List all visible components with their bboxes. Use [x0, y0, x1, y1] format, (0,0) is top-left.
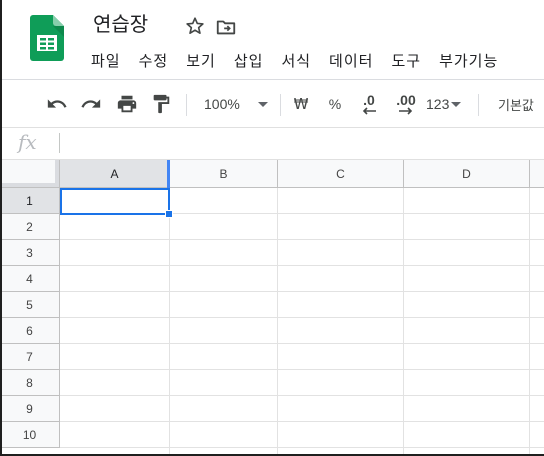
column-header-b[interactable]: B — [170, 160, 278, 188]
row-header-label: 4 — [26, 271, 33, 286]
arrow-left-icon — [362, 107, 376, 115]
toolbar-divider — [478, 94, 479, 116]
row-header-label: 5 — [26, 297, 33, 312]
menu-tools[interactable]: 도구 — [382, 47, 430, 75]
fx-icon: fx — [18, 130, 37, 154]
menu-format[interactable]: 서식 — [272, 47, 320, 75]
font-family-select[interactable]: 기본값 — [490, 92, 544, 116]
row-header-2[interactable]: 2 — [0, 214, 60, 240]
arrow-right-icon — [399, 107, 413, 115]
row-header-label: 8 — [26, 375, 33, 390]
increase-decimal-label: .00 — [396, 92, 416, 108]
row-header-label: 7 — [26, 349, 33, 364]
menu-bar: 파일 수정 보기 삽입 서식 데이터 도구 부가기능 — [82, 47, 507, 75]
column-header-label: A — [110, 166, 119, 181]
row-header-label: 6 — [26, 323, 33, 338]
formula-input[interactable] — [66, 132, 536, 156]
app-header: 연습장 파일 수정 보기 삽입 서식 데이터 도구 부가기능 — [0, 0, 544, 80]
row-header-label: 3 — [26, 245, 33, 260]
menu-addons[interactable]: 부가기능 — [430, 47, 507, 75]
paint-format-icon[interactable] — [148, 92, 174, 116]
increase-decimal-button[interactable]: .00 — [392, 92, 420, 116]
row-header-label: 10 — [22, 427, 37, 442]
currency-label: ₩ — [293, 95, 309, 113]
zoom-select[interactable]: 100% — [198, 92, 272, 116]
percent-format-button[interactable]: % — [324, 92, 346, 116]
column-header-e[interactable] — [530, 160, 544, 188]
chevron-down-icon — [451, 101, 462, 107]
column-header-label: B — [219, 166, 228, 181]
document-title[interactable]: 연습장 — [93, 10, 148, 38]
decrease-decimal-button[interactable]: .0 — [356, 92, 382, 116]
menu-data[interactable]: 데이터 — [320, 47, 382, 75]
formula-divider — [59, 133, 60, 153]
percent-label: % — [328, 96, 342, 112]
toolbar-divider — [280, 94, 281, 116]
select-all-corner[interactable] — [0, 160, 60, 188]
row-header-label: 1 — [26, 193, 33, 208]
row-header-6[interactable]: 6 — [0, 318, 60, 344]
row-header-3[interactable]: 3 — [0, 240, 60, 266]
chevron-down-icon — [257, 101, 268, 107]
more-formats-label: 123 — [426, 96, 450, 112]
currency-format-button[interactable]: ₩ — [290, 92, 312, 116]
selected-cell-a1[interactable] — [60, 188, 170, 215]
window-left-edge — [0, 0, 2, 456]
print-icon[interactable] — [114, 92, 140, 116]
redo-icon[interactable] — [78, 92, 104, 116]
row-header-9[interactable]: 9 — [0, 396, 60, 422]
menu-file[interactable]: 파일 — [82, 47, 130, 75]
menu-edit[interactable]: 수정 — [130, 47, 178, 75]
row-header-7[interactable]: 7 — [0, 344, 60, 370]
column-header-a[interactable]: A — [60, 160, 171, 188]
row-header-label: 2 — [26, 219, 33, 234]
decrease-decimal-label: .0 — [363, 92, 375, 108]
font-family-value: 기본값 — [498, 98, 534, 114]
menu-view[interactable]: 보기 — [177, 47, 225, 75]
more-formats-button[interactable]: 123 — [426, 92, 470, 116]
toolbar: 100% ₩ % .0 .00 123 기본값 — [0, 80, 544, 128]
freeze-row-handle[interactable] — [0, 183, 59, 187]
row-header-5[interactable]: 5 — [0, 292, 60, 318]
move-to-folder-icon[interactable] — [215, 16, 237, 38]
row-header-10[interactable]: 10 — [0, 422, 60, 448]
menu-insert[interactable]: 삽입 — [225, 47, 273, 75]
spreadsheet-grid: A B C D 1 2 3 4 5 6 7 8 9 10 — [0, 160, 544, 456]
column-header-label: C — [336, 166, 345, 181]
row-header-1[interactable]: 1 — [0, 188, 60, 214]
row-header-8[interactable]: 8 — [0, 370, 60, 396]
toolbar-divider — [186, 94, 187, 116]
column-header-d[interactable]: D — [404, 160, 530, 188]
formula-bar: fx — [0, 128, 544, 160]
sheets-logo-icon[interactable] — [30, 15, 64, 61]
fill-handle[interactable] — [165, 210, 173, 218]
row-header-label: 9 — [26, 401, 33, 416]
star-icon[interactable] — [184, 15, 206, 37]
cells-area[interactable] — [60, 188, 544, 456]
row-header-4[interactable]: 4 — [0, 266, 60, 292]
undo-icon[interactable] — [44, 92, 70, 116]
column-header-c[interactable]: C — [278, 160, 404, 188]
zoom-value: 100% — [204, 96, 240, 112]
column-header-label: D — [462, 166, 471, 181]
